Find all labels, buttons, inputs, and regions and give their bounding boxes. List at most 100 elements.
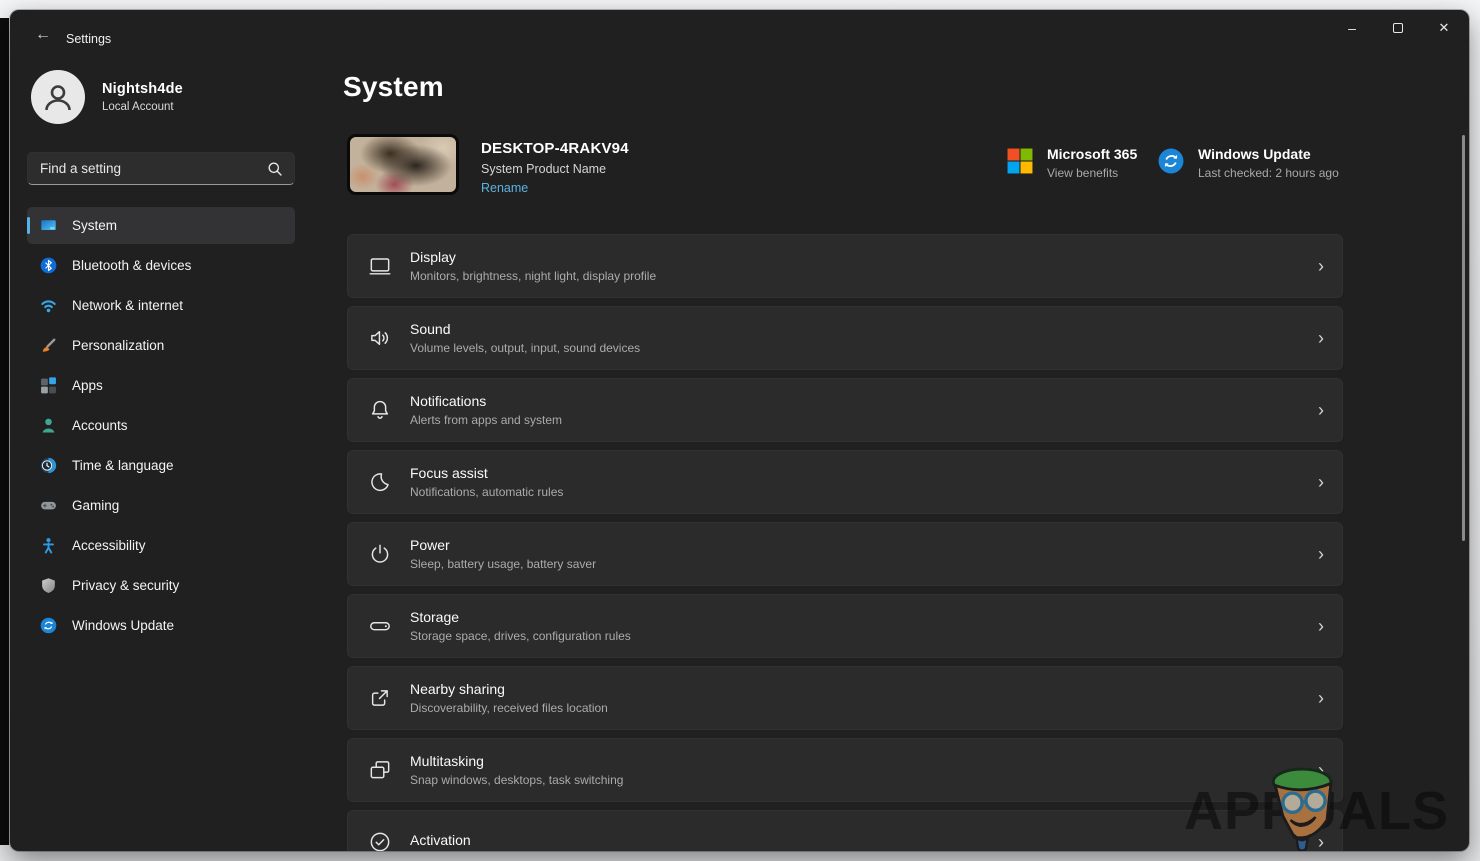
row-title: Sound xyxy=(410,321,640,337)
device-info: DESKTOP-4RAKV94 System Product Name Rena… xyxy=(481,140,629,197)
sidebar-item-label: Windows Update xyxy=(72,618,174,633)
row-title: Multitasking xyxy=(410,753,623,769)
search-box xyxy=(27,152,295,185)
sidebar-item-apps[interactable]: Apps xyxy=(27,367,295,404)
selected-indicator xyxy=(27,217,30,234)
sidebar-item-privacy-security[interactable]: Privacy & security xyxy=(27,567,295,604)
activation-icon xyxy=(367,829,393,851)
sound-icon xyxy=(367,325,393,351)
account-row[interactable]: Nightsh4de Local Account xyxy=(27,62,295,140)
windows-update-icon xyxy=(40,617,57,634)
sidebar-item-label: Time & language xyxy=(72,458,174,473)
privacy-security-icon xyxy=(40,577,57,594)
sidebar-item-label: Network & internet xyxy=(72,298,183,313)
row-subtitle: Snap windows, desktops, task switching xyxy=(410,773,623,787)
sidebar-item-system[interactable]: System xyxy=(27,207,295,244)
settings-row-focus-assist[interactable]: Focus assist Notifications, automatic ru… xyxy=(347,450,1343,514)
close-icon: ✕ xyxy=(1439,20,1450,36)
sidebar-item-label: Privacy & security xyxy=(72,578,179,593)
windows-update-icon xyxy=(1158,148,1184,174)
sidebar-item-label: Accessibility xyxy=(72,538,146,553)
minimize-icon: – xyxy=(1348,20,1356,36)
view-benefits-link[interactable]: View benefits xyxy=(1047,166,1137,180)
chevron-right-icon: › xyxy=(1318,473,1324,491)
window-title: Settings xyxy=(66,32,111,46)
row-subtitle: Storage space, drives, configuration rul… xyxy=(410,629,631,643)
sidebar-item-label: Accounts xyxy=(72,418,128,433)
sidebar-item-personalization[interactable]: Personalization xyxy=(27,327,295,364)
last-checked-status: Last checked: 2 hours ago xyxy=(1198,166,1339,180)
settings-row-display[interactable]: Display Monitors, brightness, night ligh… xyxy=(347,234,1343,298)
row-title: Focus assist xyxy=(410,465,563,481)
maximize-icon xyxy=(1393,23,1403,33)
background-window-edge xyxy=(0,18,9,845)
sidebar-item-label: System xyxy=(72,218,117,233)
search-icon[interactable] xyxy=(267,161,283,177)
sidebar-item-network-internet[interactable]: Network & internet xyxy=(27,287,295,324)
device-name: DESKTOP-4RAKV94 xyxy=(481,140,629,157)
search-input[interactable] xyxy=(28,153,294,184)
row-title: Power xyxy=(410,537,596,553)
settings-row-sound[interactable]: Sound Volume levels, output, input, soun… xyxy=(347,306,1343,370)
device-thumbnail xyxy=(347,134,459,195)
sidebar-item-gaming[interactable]: Gaming xyxy=(27,487,295,524)
settings-row-activation[interactable]: Activation › xyxy=(347,810,1343,851)
sidebar-item-time-language[interactable]: Time & language xyxy=(27,447,295,484)
account-name: Nightsh4de xyxy=(102,81,183,97)
settings-row-power[interactable]: Power Sleep, battery usage, battery save… xyxy=(347,522,1343,586)
settings-row-multitasking[interactable]: Multitasking Snap windows, desktops, tas… xyxy=(347,738,1343,802)
sidebar: Nightsh4de Local Account xyxy=(27,62,295,647)
sidebar-item-label: Gaming xyxy=(72,498,119,513)
row-subtitle: Alerts from apps and system xyxy=(410,413,562,427)
windows-update-title: Windows Update xyxy=(1198,146,1339,162)
person-icon xyxy=(41,80,75,114)
window-controls: – ✕ xyxy=(1329,10,1467,46)
settings-row-storage[interactable]: Storage Storage space, drives, configura… xyxy=(347,594,1343,658)
chevron-right-icon: › xyxy=(1318,257,1324,275)
row-title: Activation xyxy=(410,832,471,848)
minimize-button[interactable]: – xyxy=(1329,10,1375,46)
titlebar: ← Settings – ✕ xyxy=(10,10,1469,54)
multitasking-icon xyxy=(367,757,393,783)
chevron-right-icon: › xyxy=(1318,833,1324,851)
sidebar-item-label: Personalization xyxy=(72,338,164,353)
sidebar-item-windows-update[interactable]: Windows Update xyxy=(27,607,295,644)
back-button[interactable]: ← xyxy=(26,22,60,48)
sidebar-item-accounts[interactable]: Accounts xyxy=(27,407,295,444)
microsoft-365-title: Microsoft 365 xyxy=(1047,146,1137,162)
vertical-scrollbar[interactable] xyxy=(1462,135,1465,541)
windows-update-block[interactable]: Windows Update Last checked: 2 hours ago xyxy=(1158,146,1339,180)
device-header: DESKTOP-4RAKV94 System Product Name Rena… xyxy=(347,134,1343,200)
row-title: Nearby sharing xyxy=(410,681,608,697)
back-arrow-icon: ← xyxy=(35,26,51,44)
main-content: System DESKTOP-4RAKV94 System Product Na… xyxy=(347,60,1343,851)
system-icon xyxy=(40,217,57,234)
microsoft-365-block: Microsoft 365 View benefits xyxy=(1007,146,1137,180)
settings-window: ← Settings – ✕ Nightsh4de xyxy=(10,10,1469,851)
display-icon xyxy=(367,253,393,279)
sidebar-item-label: Bluetooth & devices xyxy=(72,258,191,273)
row-title: Storage xyxy=(410,609,631,625)
accessibility-icon xyxy=(40,537,57,554)
maximize-button[interactable] xyxy=(1375,10,1421,46)
page-title: System xyxy=(343,71,1343,103)
settings-rows: Display Monitors, brightness, night ligh… xyxy=(347,234,1343,851)
time-language-icon xyxy=(40,457,57,474)
close-button[interactable]: ✕ xyxy=(1421,10,1467,46)
rename-link[interactable]: Rename xyxy=(481,181,528,195)
row-subtitle: Volume levels, output, input, sound devi… xyxy=(410,341,640,355)
sidebar-item-bluetooth-devices[interactable]: Bluetooth & devices xyxy=(27,247,295,284)
settings-row-nearby-sharing[interactable]: Nearby sharing Discoverability, received… xyxy=(347,666,1343,730)
settings-row-notifications[interactable]: Notifications Alerts from apps and syste… xyxy=(347,378,1343,442)
device-product-name: System Product Name xyxy=(481,162,629,176)
sidebar-item-accessibility[interactable]: Accessibility xyxy=(27,527,295,564)
chevron-right-icon: › xyxy=(1318,761,1324,779)
account-type: Local Account xyxy=(102,101,183,113)
row-subtitle: Sleep, battery usage, battery saver xyxy=(410,557,596,571)
power-icon xyxy=(367,541,393,567)
nearby-sharing-icon xyxy=(367,685,393,711)
chevron-right-icon: › xyxy=(1318,329,1324,347)
row-title: Display xyxy=(410,249,656,265)
chevron-right-icon: › xyxy=(1318,401,1324,419)
apps-icon xyxy=(40,377,57,394)
